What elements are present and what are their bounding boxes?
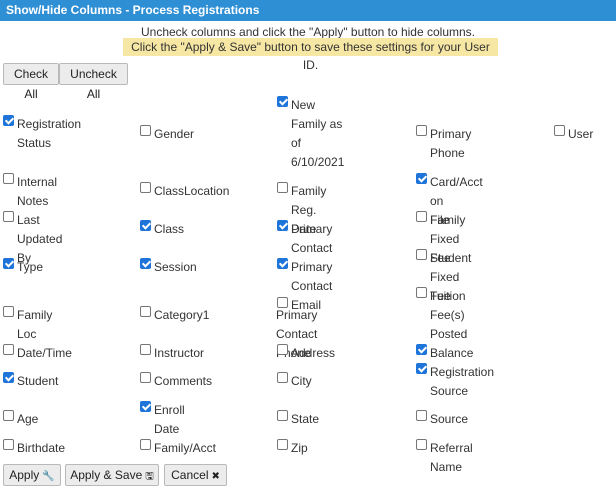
- column-checkbox[interactable]: [3, 439, 14, 450]
- column-checkbox[interactable]: [416, 410, 427, 421]
- column-label: Instructor: [154, 346, 205, 360]
- cancel-button[interactable]: Cancel ✖: [164, 464, 227, 486]
- column-checkbox[interactable]: [416, 211, 427, 222]
- column-checkbox[interactable]: [3, 306, 14, 317]
- column-label: Session: [154, 260, 197, 274]
- column-checkbox[interactable]: [3, 344, 14, 355]
- apply-label: Apply: [9, 468, 40, 482]
- instruction-text: Uncheck columns and click the "Apply" bu…: [140, 25, 476, 39]
- column-label: Family Loc: [17, 308, 53, 341]
- column-checkbox[interactable]: [140, 258, 151, 269]
- check-all-button[interactable]: Check All: [3, 63, 59, 101]
- column-label: User: [568, 127, 594, 141]
- apply-button[interactable]: Apply 🔧: [3, 464, 61, 486]
- column-checkbox[interactable]: [140, 401, 151, 412]
- column-checkbox[interactable]: [277, 258, 288, 269]
- column-label: Comments: [154, 374, 213, 388]
- column-label: Balance: [430, 346, 474, 360]
- save-icon: 🖫: [145, 471, 154, 482]
- column-label: Registration Status: [17, 117, 82, 150]
- cancel-label: Cancel: [171, 468, 209, 482]
- column-label: Primary Phone: [430, 127, 472, 160]
- column-checkbox[interactable]: [140, 125, 151, 136]
- column-checkbox[interactable]: [416, 344, 427, 355]
- close-icon: ✖: [211, 471, 220, 482]
- dialog-title: Show/Hide Columns - Process Registration…: [0, 0, 616, 21]
- column-label: Source: [430, 412, 469, 426]
- column-label: Zip: [291, 441, 308, 455]
- column-checkbox[interactable]: [416, 439, 427, 450]
- column-label: Class: [154, 222, 185, 236]
- column-checkbox[interactable]: [3, 211, 14, 222]
- column-checkbox[interactable]: [277, 220, 288, 231]
- uncheck-all-button[interactable]: Uncheck All: [59, 63, 128, 101]
- apply-save-label: Apply & Save: [70, 468, 143, 482]
- column-checkbox[interactable]: [140, 306, 151, 317]
- column-checkbox[interactable]: [140, 372, 151, 383]
- column-label: Primary Contact: [291, 222, 333, 255]
- column-label: Family/Acct: [154, 441, 217, 455]
- column-checkbox[interactable]: [277, 410, 288, 421]
- column-checkbox[interactable]: [554, 125, 565, 136]
- column-checkbox[interactable]: [277, 182, 288, 193]
- column-label: State: [291, 412, 320, 426]
- column-checkbox[interactable]: [416, 363, 427, 374]
- column-checkbox[interactable]: [277, 344, 288, 355]
- column-label: Type: [17, 260, 44, 274]
- column-checkbox[interactable]: [140, 182, 151, 193]
- column-checkbox[interactable]: [140, 220, 151, 231]
- column-checkbox[interactable]: [3, 410, 14, 421]
- column-label: Registration Source: [430, 365, 495, 398]
- column-checkbox[interactable]: [277, 372, 288, 383]
- column-label: Address: [291, 346, 336, 360]
- instruction-highlight: Click the "Apply & Save" button to save …: [123, 38, 498, 72]
- column-label: Gender: [154, 127, 195, 141]
- column-checkbox[interactable]: [277, 96, 288, 107]
- column-checkbox[interactable]: [3, 372, 14, 383]
- column-checkbox[interactable]: [3, 115, 14, 126]
- column-checkbox[interactable]: [416, 287, 427, 298]
- column-label: Birthdate: [17, 441, 66, 455]
- column-checkbox[interactable]: [277, 439, 288, 450]
- column-label: Internal Notes: [17, 175, 58, 208]
- wrench-icon: 🔧: [42, 471, 55, 482]
- column-label: Age: [17, 412, 39, 426]
- column-label: ClassLocation: [154, 184, 230, 198]
- column-label: Student: [17, 374, 59, 388]
- column-checkbox[interactable]: [416, 173, 427, 184]
- column-checkbox[interactable]: [3, 173, 14, 184]
- column-label: New Family as of 6/10/2021: [291, 98, 345, 169]
- column-checkbox[interactable]: [140, 344, 151, 355]
- column-checkbox[interactable]: [3, 258, 14, 269]
- column-label: Category1: [154, 308, 210, 322]
- column-checkbox[interactable]: [416, 249, 427, 260]
- column-label: City: [291, 374, 312, 388]
- column-checkbox[interactable]: [140, 439, 151, 450]
- apply-save-button[interactable]: Apply & Save 🖫: [65, 464, 159, 486]
- column-label: Enroll Date: [154, 403, 185, 436]
- column-label: Referral Name: [430, 441, 473, 474]
- column-checkbox[interactable]: [416, 125, 427, 136]
- column-label: Tuition Fee(s) Posted: [430, 289, 468, 341]
- column-label: Date/Time: [17, 346, 72, 360]
